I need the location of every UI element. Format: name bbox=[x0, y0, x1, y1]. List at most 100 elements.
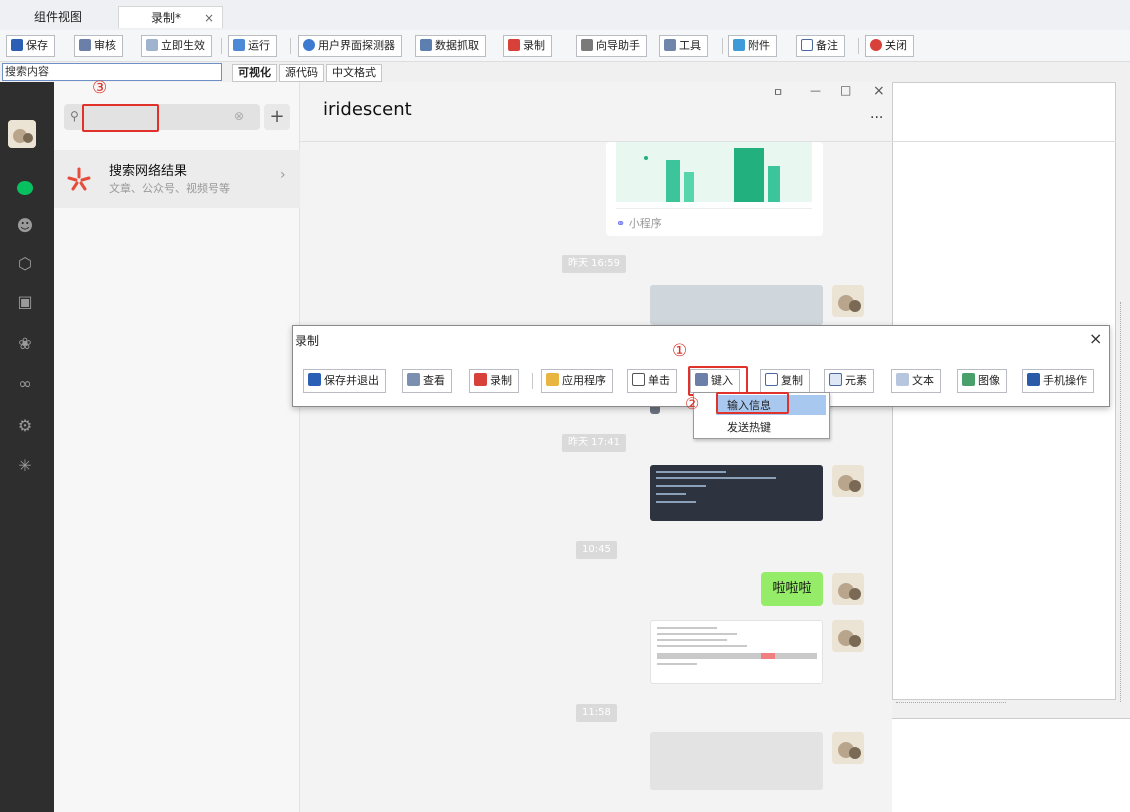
close-button[interactable]: 关闭 bbox=[865, 35, 914, 57]
run-button[interactable]: 运行 bbox=[228, 35, 277, 57]
cat-avatar-icon bbox=[832, 573, 864, 605]
element-button[interactable]: 元素 bbox=[824, 369, 874, 393]
contacts-icon[interactable]: ☻ bbox=[14, 215, 36, 237]
run-icon bbox=[233, 39, 245, 51]
document-icon bbox=[146, 39, 158, 51]
application-icon bbox=[546, 373, 559, 386]
document-screenshot bbox=[657, 627, 817, 665]
minimize-icon[interactable]: — bbox=[810, 84, 821, 97]
search-input[interactable]: 搜索内容 bbox=[2, 63, 222, 81]
review-button[interactable]: 审核 bbox=[74, 35, 123, 57]
attachment-icon bbox=[733, 39, 745, 51]
magnifier-icon bbox=[303, 39, 315, 51]
search-row: 搜索内容 可视化 源代码 中文格式 bbox=[0, 62, 1130, 82]
image-message[interactable] bbox=[650, 732, 823, 790]
wechat-chat-list: ⚲ ⊗ + 搜索网络结果 文章、公众号、视频号等 › bbox=[54, 82, 300, 812]
wizard-button[interactable]: 向导助手 bbox=[576, 35, 647, 57]
tools-button[interactable]: 工具 bbox=[659, 35, 708, 57]
favorites-icon[interactable]: ⬡ bbox=[14, 253, 36, 275]
tab-source[interactable]: 源代码 bbox=[279, 64, 324, 82]
cat-avatar-icon bbox=[832, 620, 864, 652]
separator bbox=[722, 38, 723, 54]
chat-icon[interactable] bbox=[14, 177, 36, 199]
search-network-result[interactable]: 搜索网络结果 文章、公众号、视频号等 › bbox=[54, 150, 300, 208]
cat-avatar-icon bbox=[832, 732, 864, 764]
timestamp: 11:58 bbox=[576, 704, 617, 722]
folder-icon[interactable]: ▣ bbox=[14, 291, 36, 313]
image-message[interactable] bbox=[650, 620, 823, 684]
wizard-icon bbox=[581, 39, 593, 51]
close-icon[interactable]: × bbox=[204, 7, 214, 29]
avatar[interactable] bbox=[832, 573, 864, 605]
save-icon bbox=[308, 373, 321, 386]
channels-icon[interactable]: ∞ bbox=[14, 373, 36, 395]
copy-icon bbox=[765, 373, 778, 386]
avatar[interactable] bbox=[832, 285, 864, 317]
avatar[interactable] bbox=[832, 732, 864, 764]
save-exit-button[interactable]: 保存并退出 bbox=[303, 369, 386, 393]
code-screenshot bbox=[656, 471, 776, 503]
scrollbar[interactable] bbox=[896, 702, 1006, 706]
sparkle-icon bbox=[67, 167, 91, 191]
view-button[interactable]: 查看 bbox=[402, 369, 452, 393]
cat-avatar-icon bbox=[8, 120, 36, 148]
record-icon bbox=[474, 373, 487, 386]
tab-visual[interactable]: 可视化 bbox=[232, 64, 277, 82]
step-number-1: ① bbox=[672, 341, 688, 361]
search-sparkle-icon[interactable]: ✳ bbox=[14, 455, 36, 477]
tools-icon bbox=[664, 39, 676, 51]
record-icon bbox=[508, 39, 520, 51]
pin-icon[interactable]: ㅁ bbox=[773, 84, 783, 100]
step-number-2: ② bbox=[685, 394, 700, 413]
text-button[interactable]: 文本 bbox=[891, 369, 941, 393]
copy-button[interactable]: 复制 bbox=[760, 369, 810, 393]
dialog-title: 录制 bbox=[295, 334, 320, 348]
tab-chinese-format[interactable]: 中文格式 bbox=[326, 64, 382, 82]
scrollbar[interactable] bbox=[1120, 302, 1128, 702]
image-message[interactable] bbox=[650, 465, 823, 521]
mini-program-icon: ⚭ bbox=[616, 217, 626, 230]
tab-recording[interactable]: 录制* × bbox=[118, 6, 223, 28]
close-icon[interactable]: × bbox=[873, 83, 885, 99]
moments-icon[interactable]: ❀ bbox=[14, 333, 36, 355]
timestamp: 10:45 bbox=[576, 541, 617, 559]
notes-button[interactable]: 备注 bbox=[796, 35, 845, 57]
data-capture-button[interactable]: 数据抓取 bbox=[415, 35, 486, 57]
chat-header: iridescent ㅁ — □ × ... bbox=[300, 82, 892, 142]
clear-icon[interactable]: ⊗ bbox=[234, 109, 244, 123]
mobile-operation-button[interactable]: 手机操作 bbox=[1022, 369, 1094, 393]
avatar[interactable] bbox=[8, 120, 36, 148]
mini-programs-icon[interactable]: ⚙ bbox=[14, 415, 36, 437]
review-icon bbox=[79, 39, 91, 51]
chat-title: iridescent bbox=[323, 99, 412, 120]
attachment-button[interactable]: 附件 bbox=[728, 35, 777, 57]
save-button[interactable]: 保存 bbox=[6, 35, 55, 57]
highlight-box bbox=[716, 392, 789, 414]
mini-program-card[interactable]: ⚭ 小程序 bbox=[606, 142, 823, 236]
wechat-chat-window: iridescent ㅁ — □ × ... ⚭ 小程序 昨天 16:59 昨天… bbox=[300, 82, 892, 812]
avatar[interactable] bbox=[832, 620, 864, 652]
click-button[interactable]: 单击 bbox=[627, 369, 677, 393]
save-icon bbox=[11, 39, 23, 51]
element-icon bbox=[829, 373, 842, 386]
application-button[interactable]: 应用程序 bbox=[541, 369, 613, 393]
wechat-sidebar: ☻ ⬡ ▣ ❀ ∞ ⚙ ✳ bbox=[0, 82, 54, 812]
apply-now-button[interactable]: 立即生效 bbox=[141, 35, 212, 57]
more-icon[interactable]: ... bbox=[870, 106, 883, 122]
mini-program-image bbox=[616, 142, 812, 202]
record-button[interactable]: 录制 bbox=[503, 35, 552, 57]
close-icon[interactable]: × bbox=[1089, 329, 1102, 348]
editor-panel bbox=[892, 82, 1130, 812]
ui-detector-button[interactable]: 用户界面探测器 bbox=[298, 35, 402, 57]
record-button[interactable]: 录制 bbox=[469, 369, 519, 393]
highlight-box bbox=[82, 104, 159, 132]
result-subtitle: 文章、公众号、视频号等 bbox=[109, 182, 230, 195]
avatar[interactable] bbox=[832, 465, 864, 497]
image-message[interactable] bbox=[650, 285, 823, 325]
image-button[interactable]: 图像 bbox=[957, 369, 1007, 393]
text-bubble[interactable]: 啦啦啦 bbox=[761, 572, 823, 606]
maximize-icon[interactable]: □ bbox=[840, 83, 851, 97]
menu-item-send-hotkey[interactable]: 发送热键 bbox=[727, 419, 771, 435]
add-button[interactable]: + bbox=[264, 104, 290, 130]
tab-component-view[interactable]: 组件视图 bbox=[26, 6, 90, 28]
